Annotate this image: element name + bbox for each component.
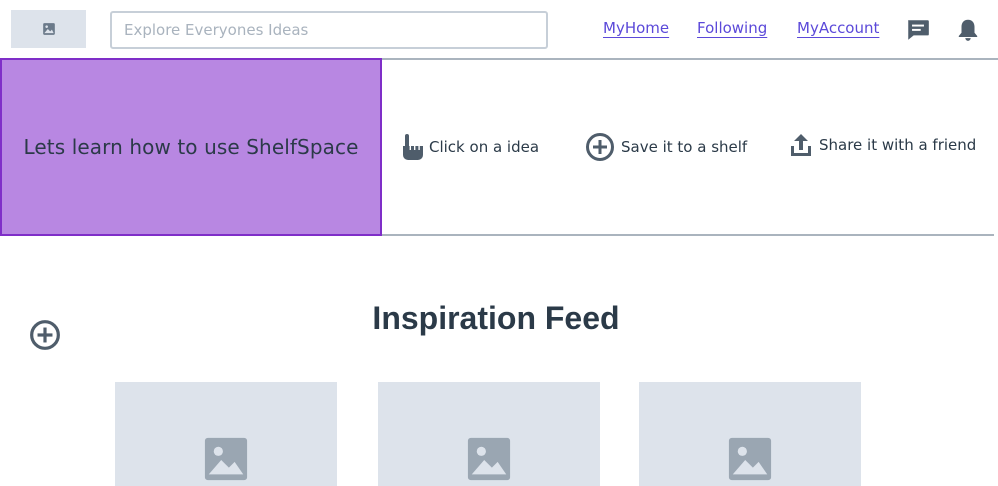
tutorial-step-share: Share it with a friend	[789, 132, 976, 158]
idea-card[interactable]	[378, 382, 600, 486]
nav-link-myhome[interactable]: MyHome	[603, 19, 669, 37]
tutorial-banner: Lets learn how to use ShelfSpace Click o…	[0, 58, 994, 236]
tutorial-highlight-box: Lets learn how to use ShelfSpace	[0, 58, 382, 236]
nav-link-myaccount[interactable]: MyAccount	[797, 19, 879, 37]
pointer-hand-icon	[403, 134, 423, 160]
nav-link-following[interactable]: Following	[697, 19, 767, 37]
top-navigation-bar: MyHome Following MyAccount	[0, 0, 998, 60]
tutorial-step-save: Save it to a shelf	[585, 132, 747, 162]
image-icon	[467, 437, 511, 481]
share-upload-icon	[791, 134, 811, 156]
idea-card[interactable]	[115, 382, 337, 486]
tutorial-step-label: Click on a idea	[429, 138, 540, 156]
idea-card[interactable]	[639, 382, 861, 486]
image-icon	[42, 23, 55, 35]
tutorial-step-label: Save it to a shelf	[621, 138, 748, 156]
image-icon	[204, 437, 248, 481]
feed-title: Inspiration Feed	[372, 300, 620, 336]
tutorial-step-click: Click on a idea	[401, 132, 539, 162]
image-icon	[728, 437, 772, 481]
tutorial-step-label: Share it with a friend	[819, 136, 977, 154]
messages-button[interactable]	[904, 16, 932, 44]
bell-icon	[958, 19, 978, 41]
plus-circle-icon	[586, 133, 614, 161]
message-icon	[908, 20, 929, 40]
notifications-button[interactable]	[954, 16, 982, 44]
tutorial-title: Lets learn how to use ShelfSpace	[23, 135, 359, 159]
search-input[interactable]	[110, 11, 548, 49]
logo-placeholder[interactable]	[11, 10, 86, 48]
